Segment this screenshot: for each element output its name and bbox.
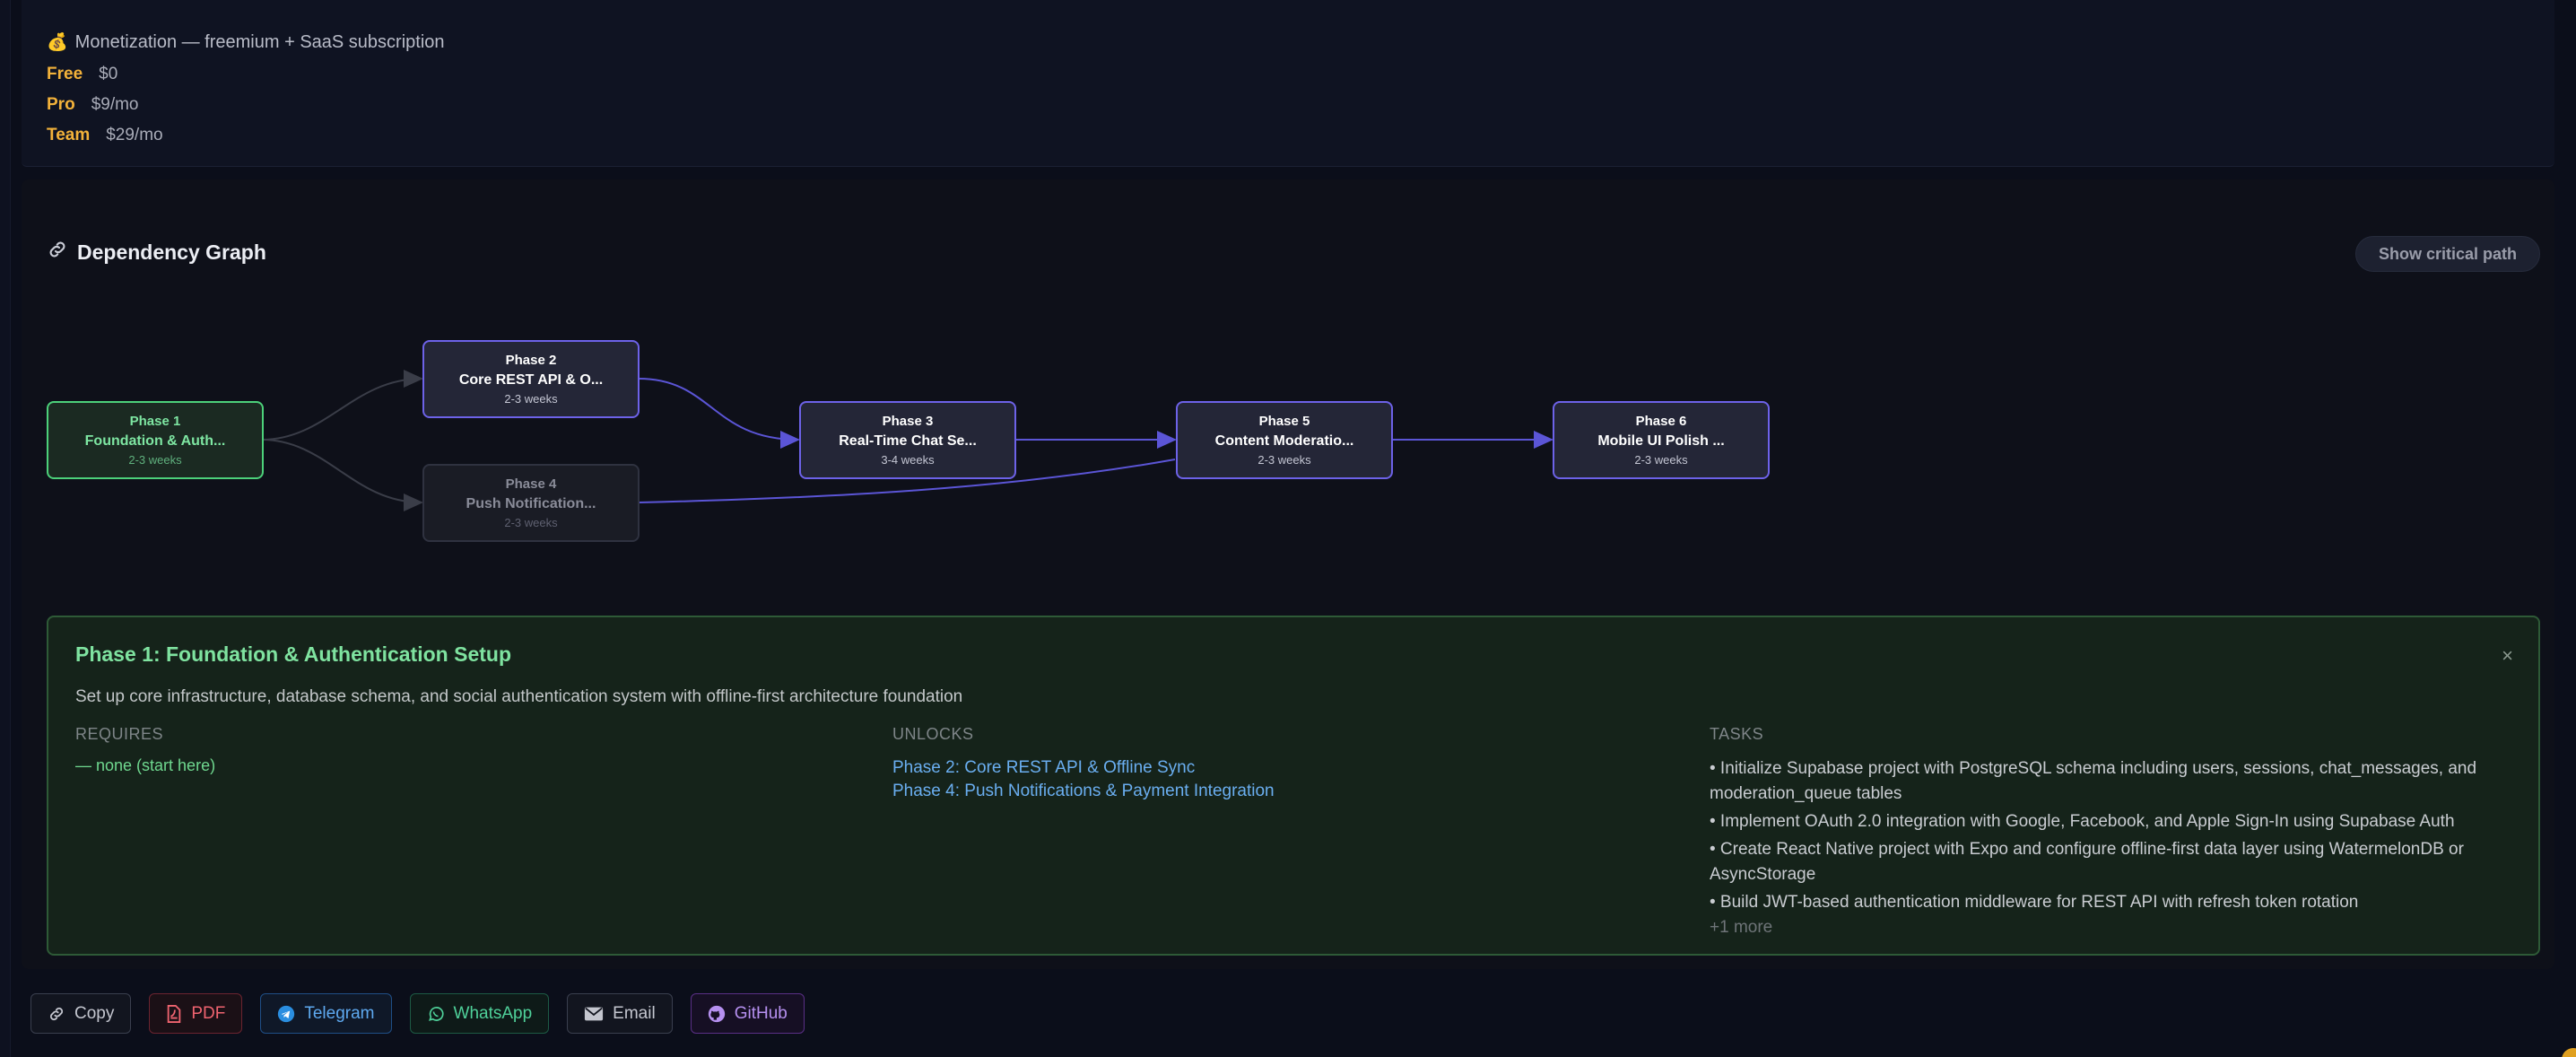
pdf-icon	[166, 1004, 182, 1023]
node-name: Foundation & Auth...	[84, 432, 226, 449]
more-tasks-link[interactable]: +1 more	[1710, 918, 2517, 938]
github-icon	[708, 1005, 726, 1023]
share-bar: Copy PDF Telegram WhatsApp Email GitHub	[30, 993, 805, 1034]
tier-price: $29/mo	[106, 126, 163, 144]
email-icon	[584, 1006, 604, 1022]
node-name: Core REST API & O...	[458, 371, 604, 388]
node-name: Real-Time Chat Se...	[839, 432, 977, 449]
unlocks-column: UNLOCKS Phase 2: Core REST API & Offline…	[892, 725, 1682, 803]
tasks-column: TASKS • Initialize Supabase project with…	[1710, 725, 2517, 938]
github-label: GitHub	[734, 1003, 788, 1023]
graph-node-phase-3[interactable]: Phase 3 Real-Time Chat Se... 3-4 weeks	[799, 401, 1016, 479]
telegram-label: Telegram	[304, 1003, 375, 1023]
node-phase: Phase 5	[1258, 413, 1310, 429]
graph-node-phase-1[interactable]: Phase 1 Foundation & Auth... 2-3 weeks	[47, 401, 264, 479]
graph-node-phase-5[interactable]: Phase 5 Content Moderatio... 2-3 weeks	[1176, 401, 1393, 479]
node-name: Content Moderatio...	[1214, 432, 1354, 449]
graph-node-phase-2[interactable]: Phase 2 Core REST API & O... 2-3 weeks	[422, 340, 640, 418]
pdf-button[interactable]: PDF	[149, 993, 243, 1034]
edge-phase1-phase2	[261, 370, 423, 441]
phase-detail-description: Set up core infrastructure, database sch…	[75, 687, 963, 706]
node-weeks: 2-3 weeks	[1634, 452, 1688, 467]
whatsapp-button[interactable]: WhatsApp	[409, 993, 550, 1034]
requires-value: — none (start here)	[75, 756, 216, 774]
edge-phase1-phase4	[261, 439, 423, 511]
node-weeks: 2-3 weeks	[504, 391, 558, 406]
email-label: Email	[613, 1003, 656, 1023]
task-item: • Build JWT-based authentication middlew…	[1710, 893, 2359, 912]
tier-price: $0	[99, 65, 118, 83]
telegram-icon	[277, 1005, 295, 1023]
unlocks-link[interactable]: Phase 2: Core REST API & Offline Sync	[892, 756, 1682, 780]
money-bag-icon: 💰	[47, 33, 68, 52]
pdf-label: PDF	[191, 1003, 226, 1023]
phase-detail-card: Phase 1: Foundation & Authentication Set…	[47, 616, 2540, 956]
node-phase: Phase 2	[505, 352, 557, 368]
tier-free: Free $0	[47, 65, 117, 84]
task-item: • Initialize Supabase project with Postg…	[1710, 759, 2477, 803]
node-weeks: 2-3 weeks	[128, 452, 182, 467]
tier-price: $9/mo	[91, 95, 139, 114]
node-phase: Phase 4	[505, 476, 557, 492]
left-rail	[0, 0, 11, 1057]
unlocks-heading: UNLOCKS	[892, 725, 974, 743]
node-name: Push Notification...	[466, 495, 596, 511]
link-icon	[48, 1005, 65, 1023]
unlocks-link[interactable]: Phase 4: Push Notifications & Payment In…	[892, 780, 1682, 803]
node-weeks: 2-3 weeks	[504, 515, 558, 529]
tier-team: Team $29/mo	[47, 126, 163, 145]
tier-name: Free	[47, 65, 83, 83]
close-icon[interactable]: ×	[2502, 644, 2513, 668]
whatsapp-label: WhatsApp	[453, 1003, 533, 1023]
phase-detail-title: Phase 1: Foundation & Authentication Set…	[75, 642, 511, 666]
app-frame: 💰 Monetization — freemium + SaaS subscri…	[0, 0, 2576, 1057]
monetization-title: 💰 Monetization — freemium + SaaS subscri…	[47, 31, 445, 53]
edge-phase2-phase3	[638, 378, 800, 449]
node-weeks: 3-4 weeks	[881, 452, 935, 467]
tasks-heading: TASKS	[1710, 725, 1764, 743]
requires-column: REQUIRES — none (start here)	[75, 725, 865, 775]
dependency-graph-panel: Dependency Graph Show critical path Phas…	[22, 179, 2554, 969]
tier-pro: Pro $9/mo	[47, 95, 139, 115]
graph-edges	[261, 370, 1553, 511]
task-item: • Create React Native project with Expo …	[1710, 840, 2464, 884]
copy-button[interactable]: Copy	[30, 993, 132, 1034]
github-button[interactable]: GitHub	[690, 993, 805, 1034]
requires-heading: REQUIRES	[75, 725, 164, 743]
copy-label: Copy	[74, 1003, 115, 1023]
graph-node-phase-6[interactable]: Phase 6 Mobile UI Polish ... 2-3 weeks	[1553, 401, 1770, 479]
node-weeks: 2-3 weeks	[1258, 452, 1311, 467]
tier-name: Pro	[47, 95, 75, 114]
node-phase: Phase 1	[129, 413, 181, 429]
node-phase: Phase 3	[882, 413, 934, 429]
task-item: • Implement OAuth 2.0 integration with G…	[1710, 812, 2455, 831]
floating-action-indicator[interactable]	[2562, 1048, 2576, 1057]
node-phase: Phase 6	[1635, 413, 1687, 429]
telegram-button[interactable]: Telegram	[260, 993, 392, 1034]
node-name: Mobile UI Polish ...	[1597, 432, 1725, 449]
monetization-title-text: Monetization — freemium + SaaS subscript…	[74, 31, 445, 52]
email-button[interactable]: Email	[567, 993, 673, 1034]
graph-node-phase-4[interactable]: Phase 4 Push Notification... 2-3 weeks	[422, 464, 640, 542]
tier-name: Team	[47, 126, 91, 144]
monetization-card: 💰 Monetization — freemium + SaaS subscri…	[22, 0, 2554, 167]
whatsapp-icon	[427, 1005, 445, 1023]
